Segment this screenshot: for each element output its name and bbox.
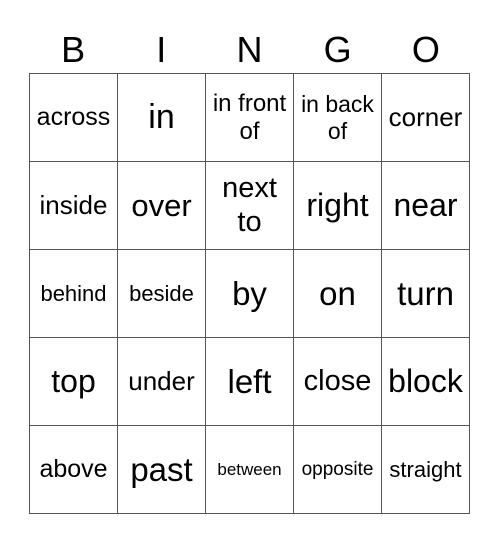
bingo-cell[interactable]: past xyxy=(118,426,206,514)
bingo-cell[interactable]: block xyxy=(382,338,470,426)
bingo-card-grid: across in in front of in back of corner … xyxy=(29,73,470,514)
bingo-cell[interactable]: by xyxy=(206,250,294,338)
bingo-cell[interactable]: under xyxy=(118,338,206,426)
bingo-cell[interactable]: top xyxy=(30,338,118,426)
bingo-cell[interactable]: on xyxy=(294,250,382,338)
header-letter-n: N xyxy=(236,29,263,70)
header-letter-o: O xyxy=(411,29,440,70)
bingo-cell[interactable]: left xyxy=(206,338,294,426)
bingo-header: B I N G O xyxy=(29,26,470,73)
bingo-cell[interactable]: next to xyxy=(206,162,294,250)
bingo-cell[interactable]: right xyxy=(294,162,382,250)
bingo-cell[interactable]: near xyxy=(382,162,470,250)
bingo-cell[interactable]: beside xyxy=(118,250,206,338)
header-letter-g: G xyxy=(323,29,352,70)
header-letter-b: B xyxy=(61,29,86,70)
bingo-cell[interactable]: corner xyxy=(382,74,470,162)
bingo-cell[interactable]: in front of xyxy=(206,74,294,162)
bingo-cell[interactable]: behind xyxy=(30,250,118,338)
bingo-cell[interactable]: turn xyxy=(382,250,470,338)
bingo-cell[interactable]: close xyxy=(294,338,382,426)
bingo-cell[interactable]: straight xyxy=(382,426,470,514)
bingo-cell[interactable]: in back of xyxy=(294,74,382,162)
bingo-cell[interactable]: opposite xyxy=(294,426,382,514)
bingo-cell[interactable]: in xyxy=(118,74,206,162)
bingo-cell[interactable]: over xyxy=(118,162,206,250)
header-letter-i: I xyxy=(156,29,167,70)
bingo-cell[interactable]: between xyxy=(206,426,294,514)
bingo-cell[interactable]: across xyxy=(30,74,118,162)
bingo-cell[interactable]: above xyxy=(30,426,118,514)
bingo-cell[interactable]: inside xyxy=(30,162,118,250)
